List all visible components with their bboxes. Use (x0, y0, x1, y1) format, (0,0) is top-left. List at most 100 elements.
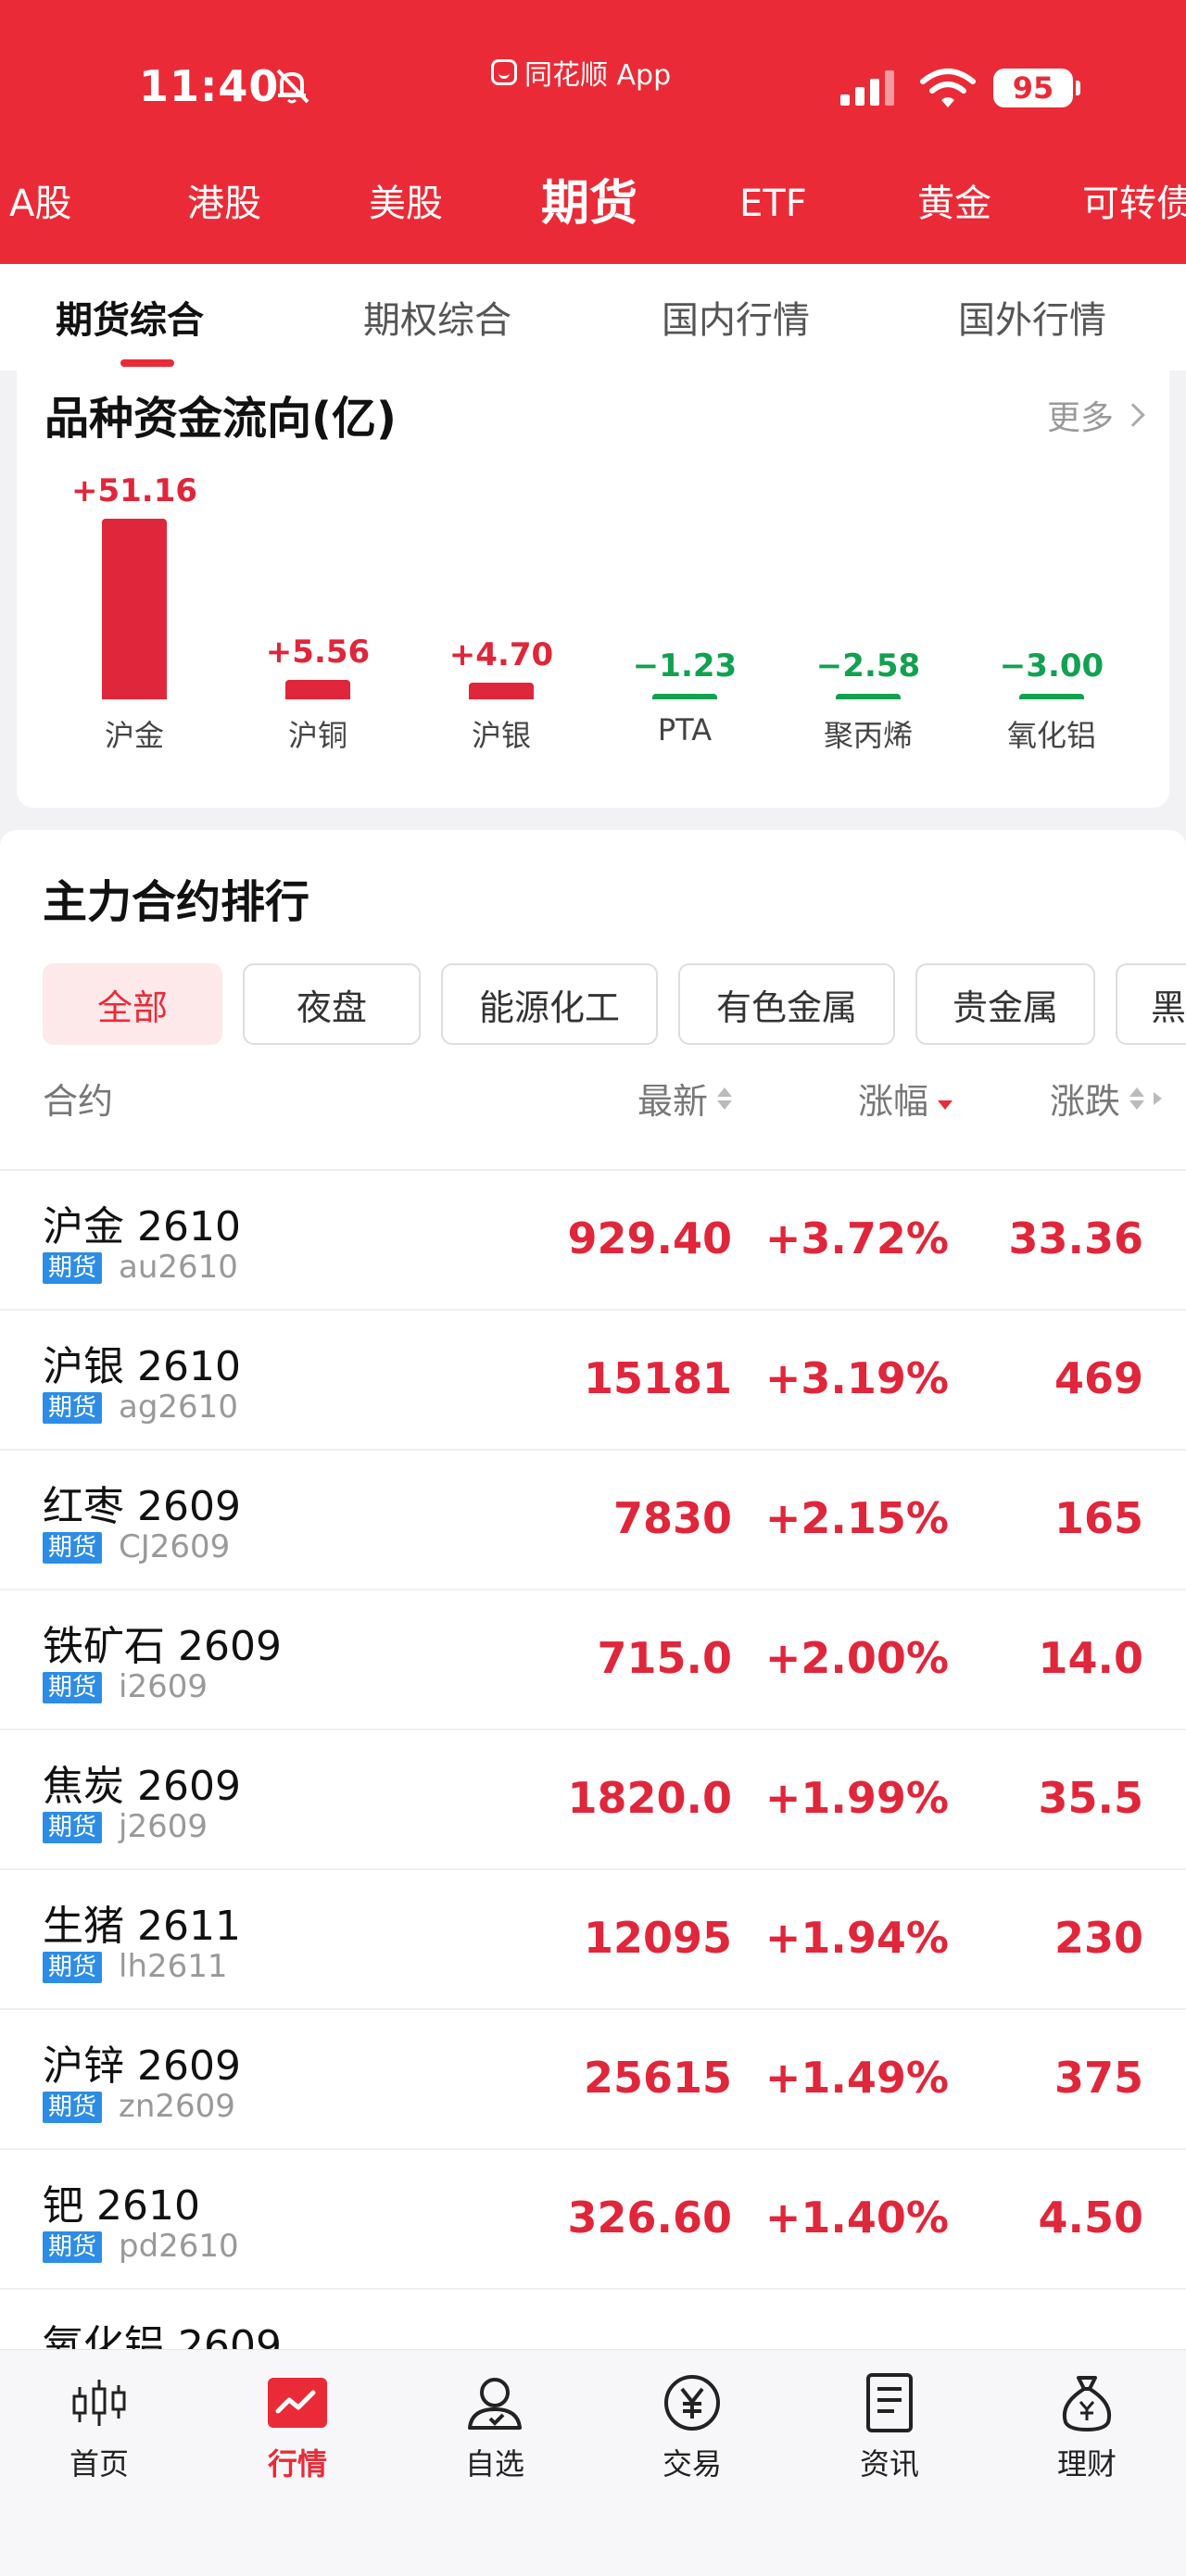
table-row[interactable]: 沪银 2610 期货 ag2610 15181 +3.19% 469 (0, 1311, 1186, 1451)
last-price: 326.60 (567, 2193, 732, 2243)
subtab-futures-overview[interactable]: 期货综合 (56, 290, 204, 344)
tab-gold[interactable]: 黄金 (917, 171, 991, 236)
pct-change: +1.99% (764, 1773, 949, 1823)
contract-name: 铁矿石 2609 (43, 1623, 282, 1670)
table-row[interactable]: 沪锌 2609 期货 zn2609 25615 +1.49% 375 (0, 2010, 1186, 2150)
last-price: 25615 (583, 2053, 732, 2103)
table-row[interactable]: 生猪 2611 期货 lh2611 12095 +1.94% 230 (0, 1870, 1186, 2010)
fund-flow-item[interactable]: +5.56 沪铜 (234, 371, 401, 808)
contract-code: CJ2609 (119, 1528, 231, 1565)
filter-energy-chemicals[interactable]: 能源化工 (441, 963, 658, 1045)
contract-name: 沪锌 2609 (43, 2042, 241, 2090)
futures-badge: 期货 (43, 2231, 103, 2263)
contract-name: 沪金 2610 (43, 1203, 241, 1250)
col-change[interactable]: 涨跌 (1050, 1073, 1162, 1124)
table-row[interactable]: 沪金 2610 期货 au2610 929.40 +3.72% 33.36 (0, 1171, 1186, 1311)
filter-ferrous[interactable]: 黑 (1116, 963, 1186, 1045)
last-price: 715.0 (597, 1633, 732, 1683)
subtab-options-overview[interactable]: 期权综合 (363, 290, 511, 344)
nav-quotes[interactable]: 行情 (228, 2370, 367, 2483)
subtab-domestic-quotes[interactable]: 国内行情 (662, 290, 810, 344)
nav-news[interactable]: 资讯 (820, 2370, 959, 2483)
pct-change: +2.00% (764, 1633, 949, 1683)
nav-watchlist[interactable]: 自选 (425, 2370, 564, 2483)
nav-label: 自选 (464, 2446, 524, 2482)
table-row[interactable]: 铁矿石 2609 期货 i2609 715.0 +2.00% 14.0 (0, 1590, 1186, 1730)
nav-wealth[interactable]: 理财 (1017, 2370, 1156, 2483)
last-price: 15181 (583, 1353, 732, 1403)
table-row[interactable]: 红枣 2609 期货 CJ2609 7830 +2.15% 165 (0, 1451, 1186, 1590)
candlestick-icon (72, 2380, 126, 2426)
sort-desc-icon (938, 1087, 953, 1110)
pct-change: +3.19% (764, 1353, 949, 1403)
nav-label: 行情 (267, 2446, 327, 2482)
nav-label: 首页 (69, 2446, 129, 2482)
last-price: 1820.0 (567, 1773, 732, 1823)
last-price: 7830 (612, 1493, 732, 1543)
top-header: 11:40 同花顺 App 95 A股 港股 美股 期货 ETF 黄金 可转债 (0, 0, 1186, 264)
subtab-foreign-quotes[interactable]: 国外行情 (958, 290, 1106, 344)
fund-flow-item[interactable]: −1.23 PTA (601, 371, 768, 808)
user-icon (468, 2378, 522, 2430)
tab-hk-stocks[interactable]: 港股 (187, 171, 261, 236)
filter-precious-metals[interactable]: 贵金属 (915, 963, 1095, 1045)
scroll-right-icon[interactable] (1154, 1091, 1162, 1105)
tab-us-stocks[interactable]: 美股 (369, 171, 443, 236)
fund-flow-item[interactable]: −2.58 聚丙烯 (785, 371, 952, 808)
sort-icon (717, 1087, 732, 1110)
pct-change: +1.40% (764, 2193, 949, 2243)
flow-value: +4.70 (448, 636, 554, 674)
battery-indicator: 95 (993, 69, 1080, 107)
nav-label: 交易 (662, 2446, 722, 2482)
flow-value: −3.00 (999, 647, 1104, 685)
flow-commodity-name: 氧化铝 (1006, 718, 1096, 753)
price-change: 14.0 (1038, 1633, 1144, 1683)
outflow-bar (652, 694, 717, 699)
app-name-label: 同花顺 App (524, 59, 672, 92)
tab-a-shares[interactable]: A股 (9, 171, 71, 236)
col-last-price[interactable]: 最新 (637, 1073, 732, 1124)
document-icon (866, 2373, 913, 2432)
table-row[interactable]: 钯 2610 期货 pd2610 326.60 +1.40% 4.50 (0, 2150, 1186, 2290)
nav-trade[interactable]: 交易 (623, 2370, 762, 2483)
fund-flow-item[interactable]: +4.70 沪银 (418, 371, 585, 808)
filter-nonferrous-metals[interactable]: 有色金属 (678, 963, 895, 1045)
status-time: 11:40 (139, 61, 280, 111)
futures-badge: 期货 (43, 2092, 103, 2123)
tab-convertible-bonds[interactable]: 可转债 (1082, 171, 1186, 236)
last-price: 929.40 (567, 1213, 732, 1263)
price-change: 4.50 (1038, 2193, 1144, 2243)
table-row-partial[interactable]: 氧化铝 2609 (0, 2290, 1186, 2349)
contract-name: 沪银 2610 (43, 1343, 241, 1390)
flow-commodity-name: 沪金 (104, 718, 164, 753)
table-row[interactable]: 焦炭 2609 期货 j2609 1820.0 +1.99% 35.5 (0, 1730, 1186, 1870)
contract-name: 钯 2610 (43, 2182, 200, 2230)
col-pct-change[interactable]: 涨幅 (858, 1073, 953, 1124)
tab-futures[interactable]: 期货 (541, 171, 637, 236)
wifi-icon (920, 69, 976, 107)
filter-night-session[interactable]: 夜盘 (243, 963, 421, 1045)
outflow-bar (836, 694, 901, 699)
price-change: 165 (1054, 1493, 1143, 1543)
app-logo-icon (491, 59, 517, 85)
filter-all[interactable]: 全部 (43, 963, 222, 1045)
futures-badge: 期货 (43, 1812, 103, 1843)
inflow-bar (469, 683, 534, 699)
flow-commodity-name: 聚丙烯 (823, 718, 913, 753)
nav-home[interactable]: 首页 (30, 2370, 169, 2483)
ranking-title: 主力合约排行 (43, 876, 310, 928)
futures-badge: 期货 (43, 1252, 103, 1284)
futures-badge: 期货 (43, 1672, 103, 1703)
fund-flow-item[interactable]: +51.16 沪金 (51, 371, 218, 808)
fund-flow-item[interactable]: −3.00 氧化铝 (968, 371, 1135, 808)
yuan-icon (664, 2375, 720, 2431)
bell-muted-icon (276, 69, 309, 104)
app-indicator: 同花顺 App (491, 52, 671, 93)
col-change-label: 涨跌 (1049, 1081, 1120, 1122)
tab-etf[interactable]: ETF (739, 171, 807, 236)
col-last-label: 最新 (637, 1081, 708, 1122)
flow-value: −1.23 (632, 647, 738, 685)
contract-code: au2610 (119, 1249, 238, 1286)
outflow-bar (1019, 694, 1084, 699)
contract-name: 红枣 2609 (43, 1483, 241, 1530)
